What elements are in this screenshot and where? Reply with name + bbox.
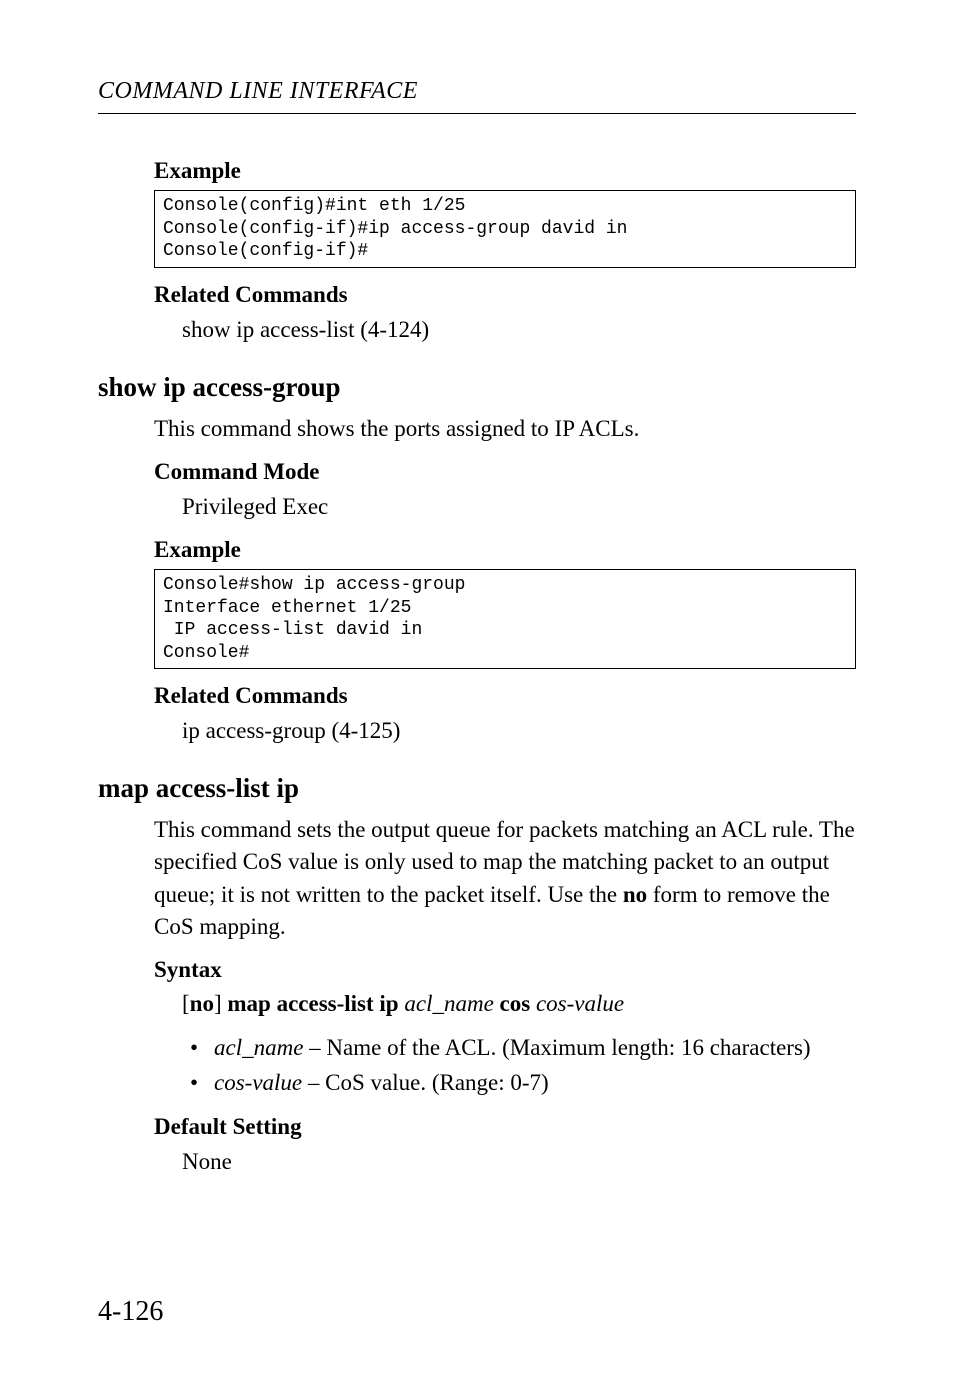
command-mode-label: Command Mode [154, 459, 856, 485]
section-head-show-ip: show ip access-group [98, 372, 856, 403]
page-content: COMMAND LINE INTERFACE Example Console(c… [0, 0, 954, 1238]
code-example-2: Console#show ip access-group Interface e… [154, 569, 856, 669]
syntax-cosval: cos-value [536, 991, 624, 1016]
default-setting-label: Default Setting [154, 1114, 856, 1140]
bullet2-rest: – CoS value. (Range: 0-7) [302, 1070, 549, 1095]
example-label-2: Example [154, 537, 856, 563]
related-command-text-2: ip access-group (4-125) [154, 715, 856, 747]
section-head-map-acl: map access-list ip [98, 773, 856, 804]
syntax-br-close: ] [214, 991, 227, 1016]
syntax-line: [no] map access-list ip acl_name cos cos… [154, 991, 856, 1017]
code-example-1: Console(config)#int eth 1/25 Console(con… [154, 190, 856, 268]
block-example-1: Example Console(config)#int eth 1/25 Con… [98, 158, 856, 346]
section-intro-2: This command sets the output queue for p… [154, 814, 856, 943]
running-header: COMMAND LINE INTERFACE [98, 78, 856, 114]
syntax-no: no [190, 991, 214, 1016]
syntax-label: Syntax [154, 957, 856, 983]
syntax-bullets: acl_name – Name of the ACL. (Maximum len… [154, 1031, 856, 1100]
syntax-br-open: [ [182, 991, 190, 1016]
command-mode-text: Privileged Exec [154, 491, 856, 523]
syntax-aclname: acl_name [404, 991, 493, 1016]
related-commands-label: Related Commands [154, 282, 856, 308]
syntax-cos: cos [500, 991, 531, 1016]
bullet-cos-value: cos-value – CoS value. (Range: 0-7) [214, 1066, 856, 1101]
section-intro: This command shows the ports assigned to… [154, 413, 856, 445]
related-commands-label-2: Related Commands [154, 683, 856, 709]
section-body-map-acl: This command sets the output queue for p… [98, 814, 856, 1178]
page-number: 4-126 [98, 1296, 163, 1328]
bullet-acl-name: acl_name – Name of the ACL. (Maximum len… [214, 1031, 856, 1066]
syntax-cmd: map access-list ip [227, 991, 398, 1016]
bullet1-italic: acl_name [214, 1035, 303, 1060]
bullet1-rest: – Name of the ACL. (Maximum length: 16 c… [303, 1035, 810, 1060]
related-command-text: show ip access-list (4-124) [154, 314, 856, 346]
example-label: Example [154, 158, 856, 184]
section-body-show-ip: This command shows the ports assigned to… [98, 413, 856, 748]
bullet2-italic: cos-value [214, 1070, 302, 1095]
default-setting-text: None [154, 1146, 856, 1178]
intro-bold: no [623, 882, 647, 907]
